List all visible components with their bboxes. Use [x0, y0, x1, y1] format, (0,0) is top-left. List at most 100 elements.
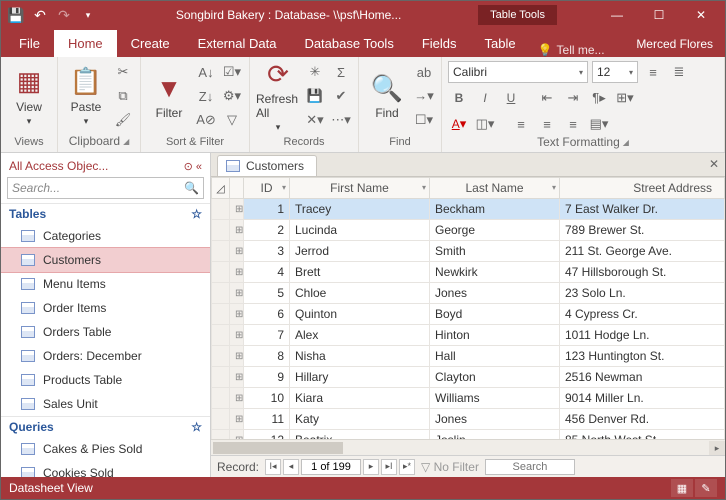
tab-create[interactable]: Create	[117, 30, 184, 57]
minimize-button[interactable]: ―	[597, 3, 637, 27]
more-records-icon[interactable]: ⋯▾	[330, 109, 352, 131]
row-selector[interactable]	[212, 199, 230, 220]
column-id[interactable]: ID▾	[244, 178, 290, 199]
cell-last-name[interactable]: George	[430, 220, 560, 241]
next-record-button[interactable]: ▸	[363, 459, 379, 475]
cell-first-name[interactable]: Alex	[290, 325, 430, 346]
row-selector[interactable]	[212, 409, 230, 430]
cell-last-name[interactable]: Smith	[430, 241, 560, 262]
paste-button[interactable]: 📋Paste▾	[64, 61, 108, 131]
sort-desc-icon[interactable]: Z↓	[195, 85, 217, 107]
cell-address[interactable]: 4 Cypress Cr.	[560, 304, 725, 325]
cell-id[interactable]: 9	[244, 367, 290, 388]
save-icon[interactable]: 💾	[5, 4, 27, 26]
nav-item-products-table[interactable]: Products Table	[1, 368, 210, 392]
row-selector[interactable]	[212, 325, 230, 346]
nav-search-input[interactable]: Search...🔍	[7, 177, 204, 199]
numbered-list-icon[interactable]: ≣	[668, 61, 690, 83]
cell-address[interactable]: 47 Hillsborough St.	[560, 262, 725, 283]
nav-menu-icon[interactable]: ⊙ «	[184, 160, 202, 173]
cell-first-name[interactable]: Chloe	[290, 283, 430, 304]
cell-last-name[interactable]: Clayton	[430, 367, 560, 388]
cell-id[interactable]: 12	[244, 430, 290, 440]
increase-indent-icon[interactable]: ⇥	[562, 87, 584, 109]
table-row[interactable]: ⊞1TraceyBeckham7 East Walker Dr.	[212, 199, 725, 220]
table-row[interactable]: ⊞7AlexHinton1011 Hodge Ln.	[212, 325, 725, 346]
table-row[interactable]: ⊞12BeatrixJoslin85 North West St.	[212, 430, 725, 440]
cell-last-name[interactable]: Williams	[430, 388, 560, 409]
table-row[interactable]: ⊞11KatyJones456 Denver Rd.	[212, 409, 725, 430]
expand-row-icon[interactable]: ⊞	[230, 430, 244, 440]
expand-row-icon[interactable]: ⊞	[230, 409, 244, 430]
goto-icon[interactable]: →▾	[413, 85, 435, 107]
redo-icon[interactable]: ↷	[53, 4, 75, 26]
cell-first-name[interactable]: Quinton	[290, 304, 430, 325]
cell-id[interactable]: 1	[244, 199, 290, 220]
ltr-icon[interactable]: ¶▸	[588, 87, 610, 109]
totals-icon[interactable]: Σ	[330, 61, 352, 83]
row-selector[interactable]	[212, 262, 230, 283]
new-record-icon[interactable]: ✳	[304, 61, 326, 83]
document-tab-customers[interactable]: Customers	[217, 155, 317, 176]
row-selector[interactable]	[212, 304, 230, 325]
tab-home[interactable]: Home	[54, 30, 117, 57]
nav-group-tables[interactable]: Tables☆	[1, 203, 210, 224]
cell-last-name[interactable]: Jones	[430, 409, 560, 430]
row-selector[interactable]	[212, 283, 230, 304]
horizontal-scrollbar[interactable]: ▸	[211, 439, 725, 455]
cell-address[interactable]: 789 Brewer St.	[560, 220, 725, 241]
cell-id[interactable]: 2	[244, 220, 290, 241]
close-button[interactable]: ✕	[681, 3, 721, 27]
expand-row-icon[interactable]: ⊞	[230, 283, 244, 304]
cell-address[interactable]: 23 Solo Ln.	[560, 283, 725, 304]
nav-item-customers[interactable]: Customers	[1, 248, 210, 272]
nav-pane-header[interactable]: All Access Objec...⊙ «	[1, 153, 210, 175]
cell-id[interactable]: 7	[244, 325, 290, 346]
cell-first-name[interactable]: Brett	[290, 262, 430, 283]
refresh-all-button[interactable]: ⟳Refresh All▾	[256, 61, 300, 131]
nav-item-orders-december[interactable]: Orders: December	[1, 344, 210, 368]
cell-first-name[interactable]: Lucinda	[290, 220, 430, 241]
cell-last-name[interactable]: Jones	[430, 283, 560, 304]
nav-item-order-items[interactable]: Order Items	[1, 296, 210, 320]
cell-first-name[interactable]: Tracey	[290, 199, 430, 220]
row-selector[interactable]	[212, 241, 230, 262]
filter-button[interactable]: ▼Filter	[147, 61, 191, 131]
cell-id[interactable]: 4	[244, 262, 290, 283]
row-selector[interactable]	[212, 346, 230, 367]
chevron-down-icon[interactable]: ▾	[282, 183, 286, 192]
table-row[interactable]: ⊞8NishaHall123 Huntington St.	[212, 346, 725, 367]
cell-last-name[interactable]: Beckham	[430, 199, 560, 220]
row-selector[interactable]	[212, 220, 230, 241]
cell-id[interactable]: 10	[244, 388, 290, 409]
expand-row-icon[interactable]: ⊞	[230, 367, 244, 388]
align-right-icon[interactable]: ≡	[562, 113, 584, 135]
cell-address[interactable]: 9014 Miller Ln.	[560, 388, 725, 409]
table-row[interactable]: ⊞9HillaryClayton2516 Newman	[212, 367, 725, 388]
undo-icon[interactable]: ↶	[29, 4, 51, 26]
cell-address[interactable]: 85 North West St.	[560, 430, 725, 440]
view-button[interactable]: ▦View▾	[7, 61, 51, 131]
select-all-cell[interactable]: ◿	[212, 178, 230, 199]
nav-item-cakes-pies-sold[interactable]: Cakes & Pies Sold	[1, 437, 210, 461]
cell-first-name[interactable]: Kiara	[290, 388, 430, 409]
decrease-indent-icon[interactable]: ⇤	[536, 87, 558, 109]
cell-id[interactable]: 11	[244, 409, 290, 430]
cell-first-name[interactable]: Nisha	[290, 346, 430, 367]
copy-icon[interactable]: ⧉	[112, 85, 134, 107]
expand-row-icon[interactable]: ⊞	[230, 388, 244, 409]
nav-item-orders-table[interactable]: Orders Table	[1, 320, 210, 344]
qat-customize-icon[interactable]: ▾	[77, 4, 99, 26]
selection-button[interactable]: ☑▾	[221, 61, 243, 83]
row-selector[interactable]	[212, 430, 230, 440]
nav-item-categories[interactable]: Categories	[1, 224, 210, 248]
datasheet-search-input[interactable]	[485, 459, 575, 475]
tab-database-tools[interactable]: Database Tools	[290, 30, 407, 57]
font-size-combo[interactable]: 12▾	[592, 61, 638, 83]
cell-id[interactable]: 5	[244, 283, 290, 304]
cell-first-name[interactable]: Hillary	[290, 367, 430, 388]
filter-indicator[interactable]: ▽ No Filter	[421, 460, 479, 474]
column-last-name[interactable]: Last Name▾	[430, 178, 560, 199]
bullets-icon[interactable]: ≡	[642, 61, 664, 83]
find-button[interactable]: 🔍Find	[365, 61, 409, 131]
